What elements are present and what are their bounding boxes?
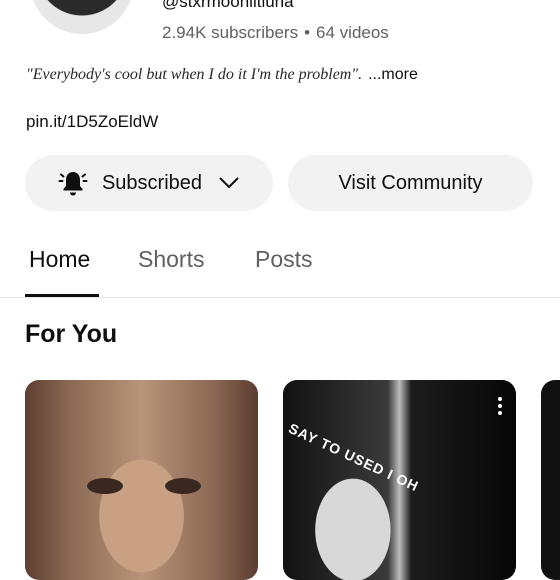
channel-description[interactable]: "Everybody's cool but when I do it I'm t… [26, 66, 418, 84]
more-vert-icon[interactable] [498, 396, 502, 416]
description-text: "Everybody's cool but when I do it I'm t… [26, 66, 363, 83]
channel-link[interactable]: pin.it/1D5ZoEldW [26, 112, 158, 132]
short-thumbnail[interactable] [25, 380, 258, 580]
more-link[interactable]: ...more [368, 66, 418, 83]
short-thumbnail[interactable] [541, 380, 560, 580]
channel-handle: @stxrmoonlitluna [162, 0, 294, 11]
visit-community-label: Visit Community [338, 171, 483, 194]
subscriber-count: 2.94K subscribers [162, 23, 299, 42]
tab-home[interactable]: Home [29, 246, 90, 273]
thumbnail-detail [87, 478, 123, 494]
tab-shorts[interactable]: Shorts [138, 246, 204, 273]
tab-posts[interactable]: Posts [255, 246, 313, 273]
short-thumbnail[interactable]: SAY TO USED I OH [283, 380, 516, 580]
video-count: 64 videos [316, 23, 389, 42]
channel-avatar[interactable] [30, 0, 134, 34]
tabs-divider [0, 297, 560, 298]
meta-separator: • [304, 23, 311, 42]
subscribed-label: Subscribed [101, 171, 203, 194]
channel-meta: 2.94K subscribers • 64 videos [162, 23, 389, 43]
thumbnail-detail [165, 478, 201, 494]
visit-community-button[interactable]: Visit Community [288, 155, 533, 211]
section-title: For You [25, 320, 118, 348]
chevron-down-icon [219, 177, 239, 189]
bell-icon [58, 172, 88, 196]
subscribed-button[interactable]: Subscribed [25, 155, 273, 211]
thumbnail-overlay-text: SAY TO USED I OH [286, 420, 422, 495]
